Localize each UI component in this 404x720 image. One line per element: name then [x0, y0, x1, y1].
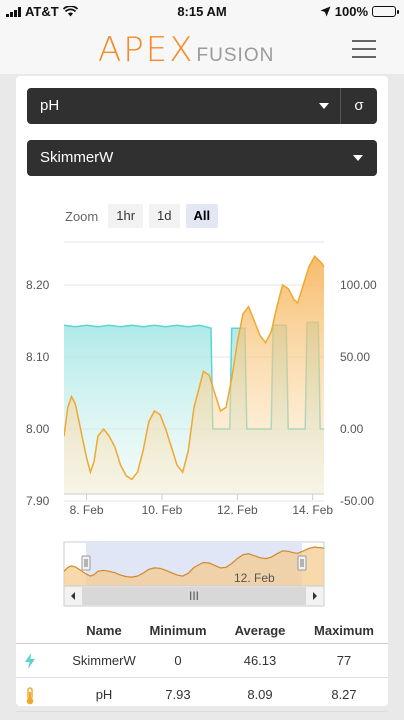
- battery-percent: 100%: [334, 4, 368, 19]
- row-avg: 46.13: [243, 653, 277, 668]
- graph-card: pH σ SkimmerW Zoom 1hr 1d All 8.20 8.10 8.…: [16, 76, 388, 712]
- y-right-tick-label: 100.00: [340, 278, 377, 292]
- hamburger-icon[interactable]: [352, 40, 376, 58]
- navigator-date-label: 12. Feb: [234, 571, 275, 585]
- app-header: APEX FUSION: [0, 22, 404, 74]
- table-row[interactable]: pH 7.93 8.09 8.27: [16, 678, 388, 712]
- y-right-tick-label: 50.00: [340, 350, 370, 364]
- row-avg: 8.09: [247, 687, 273, 702]
- col-maximum: Maximum: [314, 623, 374, 638]
- logo-fusion: FUSION: [196, 45, 275, 66]
- y-right-tick-label: 0.00: [340, 422, 364, 436]
- apex-fusion-logo[interactable]: APEX FUSION: [98, 30, 274, 70]
- row-min: 7.93: [165, 687, 191, 702]
- battery-icon: [372, 6, 399, 17]
- logo-apex: APEX: [98, 30, 195, 70]
- navigator-handle[interactable]: [81, 555, 91, 571]
- status-bar: AT&T 8:15 AM 100%: [0, 0, 404, 22]
- y-left-tick-label: 8.00: [26, 422, 50, 436]
- y-left-tick-label: 8.20: [26, 278, 50, 292]
- x-tick-label: 8. Feb: [70, 503, 104, 517]
- row-max: 8.27: [331, 687, 357, 702]
- navigator-handle[interactable]: [297, 555, 307, 571]
- x-tick-label: 10. Feb: [142, 503, 183, 517]
- chart-navigator[interactable]: 12. Feb III: [63, 541, 325, 607]
- col-minimum: Minimum: [149, 623, 207, 638]
- chart-series: [64, 254, 324, 494]
- y-left-tick-label: 8.10: [26, 350, 50, 364]
- scroll-grip-label: III: [189, 589, 199, 603]
- stats-table: Name Minimum Average Maximum SkimmerW 0 …: [16, 614, 388, 712]
- y-right-tick-label: -50.00: [340, 494, 374, 508]
- thermometer-icon: [16, 687, 44, 708]
- location-arrow-icon: [320, 6, 331, 17]
- lightning-icon: [16, 653, 44, 672]
- x-tick-label: 12. Feb: [217, 503, 258, 517]
- table-row[interactable]: SkimmerW 0 46.13 77: [16, 644, 388, 678]
- x-tick-label: 14. Feb: [292, 503, 333, 517]
- row-max: 77: [336, 653, 352, 668]
- table-header: Name Minimum Average Maximum: [16, 614, 388, 644]
- col-average: Average: [234, 623, 286, 638]
- y-left-tick-label: 7.90: [26, 494, 50, 508]
- history-chart[interactable]: 8.20 8.10 8.00 7.90 100.00 50.00 0.00 -50.00 8. …: [16, 76, 388, 616]
- row-min: 0: [174, 653, 182, 668]
